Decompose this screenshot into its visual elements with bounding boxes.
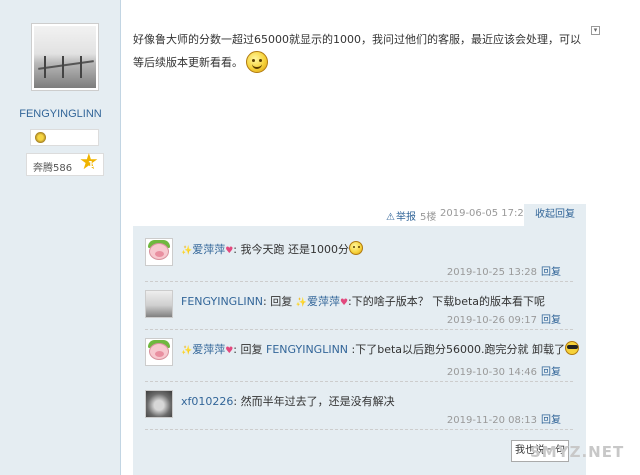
reply-target-user[interactable]: FENGYINGLINN [266,343,348,356]
reply-time: 2019-11-20 08:13 [446,415,537,426]
reply-item: FENGYINGLINN: 回复 ✨爱萍萍♥:下的啥子版本？ 下载beta的版本… [145,288,573,330]
reply-link[interactable]: 回复 [541,415,561,426]
reply-username[interactable]: FENGYINGLINN [181,295,263,308]
user-sidebar: FENGYINGLINN 奔腾586 ★ 1 [0,0,121,475]
replies-panel: ✨爱萍萍♥: 我今天跑 还是1000分 2019-10-25 13:28 回复 F… [133,226,586,475]
reply-text: :下了beta以后跑分56000.跑完分就 卸载了 [351,343,566,356]
reply-prefix: : 回复 [263,295,293,308]
reply-text: : 然而半年过去了，还是没有解决 [233,395,395,408]
floor-number: 5楼 [420,212,437,223]
avatar[interactable] [31,23,99,91]
warning-icon: ⚠ [386,212,395,223]
reply-username[interactable]: 爱萍萍 [192,243,225,256]
reply-item: ✨爱萍萍♥: 回复 FENGYINGLINN :下了beta以后跑分56000.… [145,336,580,382]
reply-avatar[interactable] [145,238,173,266]
reply-text: :下的啥子版本？ 下载beta的版本看下呢 [348,295,546,308]
post-text: 好像鲁大师的分数一超过65000就显示的1000，我问过他们的客服，最近应该会处… [133,33,581,69]
watermark: SMYZ.NET [530,443,625,461]
reply-prefix: : 回复 [233,343,263,356]
sparkle-icon: ✨ [181,346,193,356]
smiley-icon [349,241,363,255]
sparkle-icon: ✨ [181,246,193,256]
reply-item: xf010226: 然而半年过去了，还是没有解决 2019-11-20 08:1… [145,388,573,430]
username[interactable]: FENGYINGLINN [0,108,121,120]
rank-level: 1 [88,160,94,169]
post-time: 2019-06-05 17:24 [440,208,531,219]
reply-time: 2019-10-26 09:17 [446,315,537,326]
medal-icon[interactable] [35,132,46,143]
reply-link[interactable]: 回复 [541,315,561,326]
post-content: 好像鲁大师的分数一超过65000就显示的1000，我问过他们的客服，最近应该会处… [133,28,588,74]
sparkle-icon: ✨ [295,298,307,308]
sunglasses-smiley-icon [565,341,580,355]
reply-username[interactable]: 爱萍萍 [192,343,225,356]
collapse-replies-button[interactable]: 收起回复 [524,204,586,226]
medal-box [30,129,99,146]
reply-text: : 我今天跑 还是1000分 [233,243,349,256]
rank-label: 奔腾586 [33,163,73,174]
report-link[interactable]: ⚠举报 [386,208,416,223]
reply-target-user[interactable]: 爱萍萍 [307,295,340,308]
heart-icon: ♥ [339,298,349,308]
reply-link[interactable]: 回复 [541,367,561,378]
smiley-icon [246,51,268,73]
reply-avatar[interactable] [145,338,173,366]
post-menu-toggle-icon[interactable]: ▾ [591,26,600,35]
reply-item: ✨爱萍萍♥: 我今天跑 还是1000分 2019-10-25 13:28 回复 [145,236,573,282]
report-label: 举报 [395,212,416,223]
reply-link[interactable]: 回复 [541,267,561,278]
reply-time: 2019-10-25 13:28 [446,267,537,278]
reply-username[interactable]: xf010226 [181,395,233,408]
reply-avatar[interactable] [145,290,173,318]
reply-time: 2019-10-30 14:46 [446,367,537,378]
reply-avatar[interactable] [145,390,173,418]
avatar-image [34,26,96,88]
rank-badge: 奔腾586 ★ 1 [26,152,104,176]
